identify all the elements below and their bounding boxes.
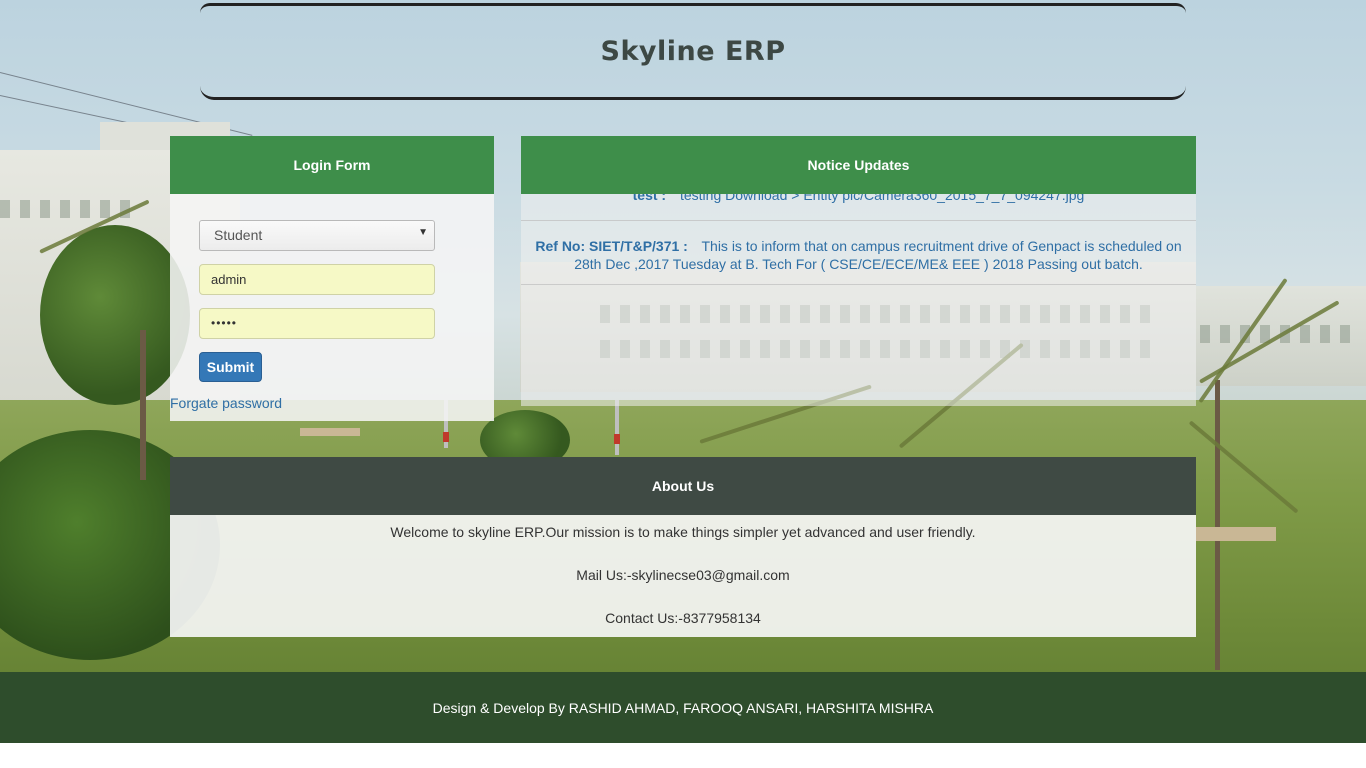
notice-item[interactable]: Ref No: SIET/T&P/371 : This is to inform… xyxy=(521,221,1196,285)
notice-ref: test : xyxy=(632,194,667,203)
about-section: About Us Welcome to skyline ERP.Our miss… xyxy=(170,457,1196,637)
username-input[interactable]: admin xyxy=(199,264,435,295)
submit-button[interactable]: Submit xyxy=(199,352,262,382)
about-contact-text: Contact Us:-8377958134 xyxy=(605,610,761,626)
about-heading: About Us xyxy=(170,457,1196,515)
dropdown-arrow-icon: ▼ xyxy=(418,227,428,238)
footer: Design & Develop By RASHID AHMAD, FAROOQ… xyxy=(0,672,1366,743)
notice-ref: Ref No: SIET/T&P/371 : xyxy=(535,238,688,254)
bench xyxy=(300,428,360,436)
forgot-password-link[interactable]: Forgate password xyxy=(170,395,282,411)
login-panel-heading: Login Form xyxy=(170,136,494,194)
notice-panel: Notice Updates test : testing Download >… xyxy=(521,136,1196,406)
site-title: Skyline ERP xyxy=(600,36,786,67)
tree-trunk xyxy=(140,330,146,480)
tree xyxy=(40,225,190,405)
bench xyxy=(1196,527,1276,541)
footer-credits: Design & Develop By RASHID AHMAD, FAROOQ… xyxy=(432,699,934,716)
site-header: Skyline ERP xyxy=(200,3,1186,100)
pole-marker xyxy=(614,434,620,444)
notice-list[interactable]: test : testing Download > Entity pic/Cam… xyxy=(521,194,1196,406)
notice-panel-heading: Notice Updates xyxy=(521,136,1196,194)
role-select[interactable]: Student ▼ xyxy=(199,220,435,251)
login-form: Student ▼ admin ••••• Submit Forgate pas… xyxy=(170,194,494,421)
tree-trunk xyxy=(1215,380,1220,670)
notice-item[interactable]: test : testing Download > Entity pic/Cam… xyxy=(521,194,1196,221)
about-mail-text: Mail Us:-skylinecse03@gmail.com xyxy=(576,567,790,583)
login-panel: Login Form Student ▼ admin ••••• Submit … xyxy=(170,136,494,421)
pole-marker xyxy=(443,432,449,442)
about-welcome-text: Welcome to skyline ERP.Our mission is to… xyxy=(390,524,976,540)
notice-text: testing Download > Entity pic/Camera360_… xyxy=(679,194,1085,203)
role-select-value: Student xyxy=(214,227,263,243)
password-input[interactable]: ••••• xyxy=(199,308,435,339)
pole xyxy=(615,400,619,455)
